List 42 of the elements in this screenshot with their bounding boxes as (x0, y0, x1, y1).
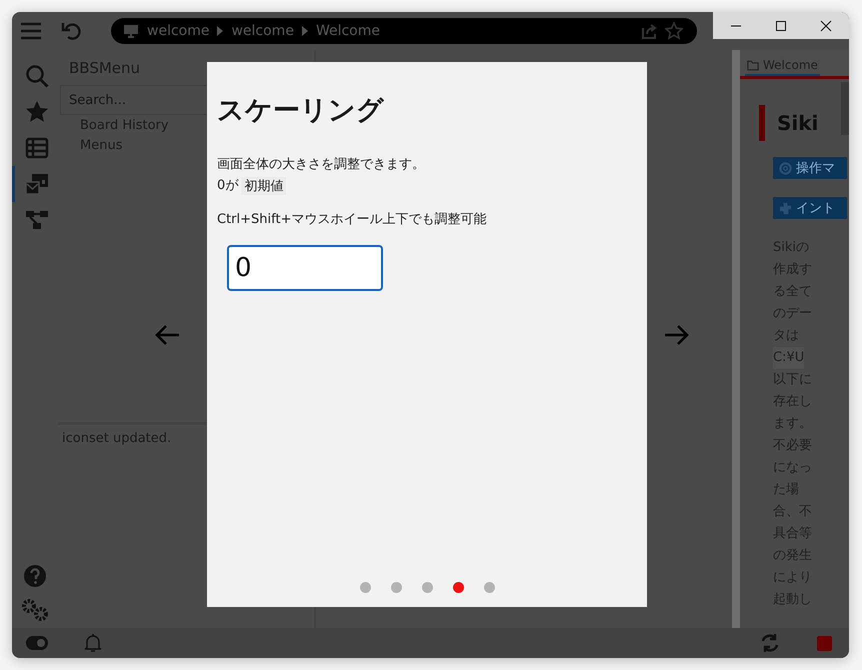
monitor-icon (123, 24, 139, 38)
boards-icon (24, 172, 48, 196)
folder-icon (747, 60, 759, 70)
star-icon (24, 100, 48, 124)
maximize-icon[interactable] (774, 20, 787, 32)
link-button[interactable]: イント (773, 197, 847, 219)
page-indicator-dot[interactable] (390, 582, 402, 593)
hint-text: Ctrl+Shift+マウスホイール上下でも調整可能 (217, 211, 486, 229)
menu-icon[interactable] (20, 22, 42, 40)
undo-icon[interactable] (61, 20, 83, 42)
next-arrow-icon[interactable] (664, 324, 690, 346)
breadcrumb-item[interactable]: Welcome (316, 23, 380, 39)
caret-icon (217, 26, 224, 36)
description-text: 画面全体の大きさを調整できます。 (217, 156, 425, 174)
caret-icon (302, 26, 308, 36)
previous-arrow-icon[interactable] (154, 324, 180, 346)
share-icon[interactable] (641, 23, 657, 39)
page-indicator-dot[interactable] (484, 582, 494, 593)
page-indicator-dot[interactable] (452, 582, 464, 593)
address-bar[interactable]: welcome welcome Welcome (111, 18, 697, 44)
settings-icon[interactable] (20, 598, 50, 622)
scale-input[interactable]: 0 (227, 245, 383, 291)
tree-icon (24, 208, 48, 232)
breadcrumb-item[interactable]: welcome (147, 23, 210, 39)
help-icon[interactable] (23, 564, 47, 588)
lifebuoy-icon (779, 162, 792, 174)
link-button[interactable]: 操作マ (773, 157, 847, 179)
toggle-icon[interactable] (26, 636, 48, 650)
scrollbar-thumb[interactable] (841, 82, 849, 135)
breadcrumb-item[interactable]: welcome (231, 23, 294, 39)
bell-icon[interactable] (84, 633, 102, 653)
sync-icon[interactable] (760, 633, 780, 653)
default-value: 初期値 (241, 176, 286, 194)
puzzle-icon (779, 202, 792, 214)
default-label: 0が (217, 177, 238, 195)
list-icon (24, 136, 48, 160)
star-icon[interactable] (665, 22, 683, 40)
page-indicator-dot[interactable] (422, 582, 432, 593)
stop-icon[interactable] (817, 636, 832, 650)
close-icon[interactable] (820, 20, 832, 32)
page-indicator-dot[interactable] (360, 582, 370, 593)
search-icon (24, 64, 48, 88)
